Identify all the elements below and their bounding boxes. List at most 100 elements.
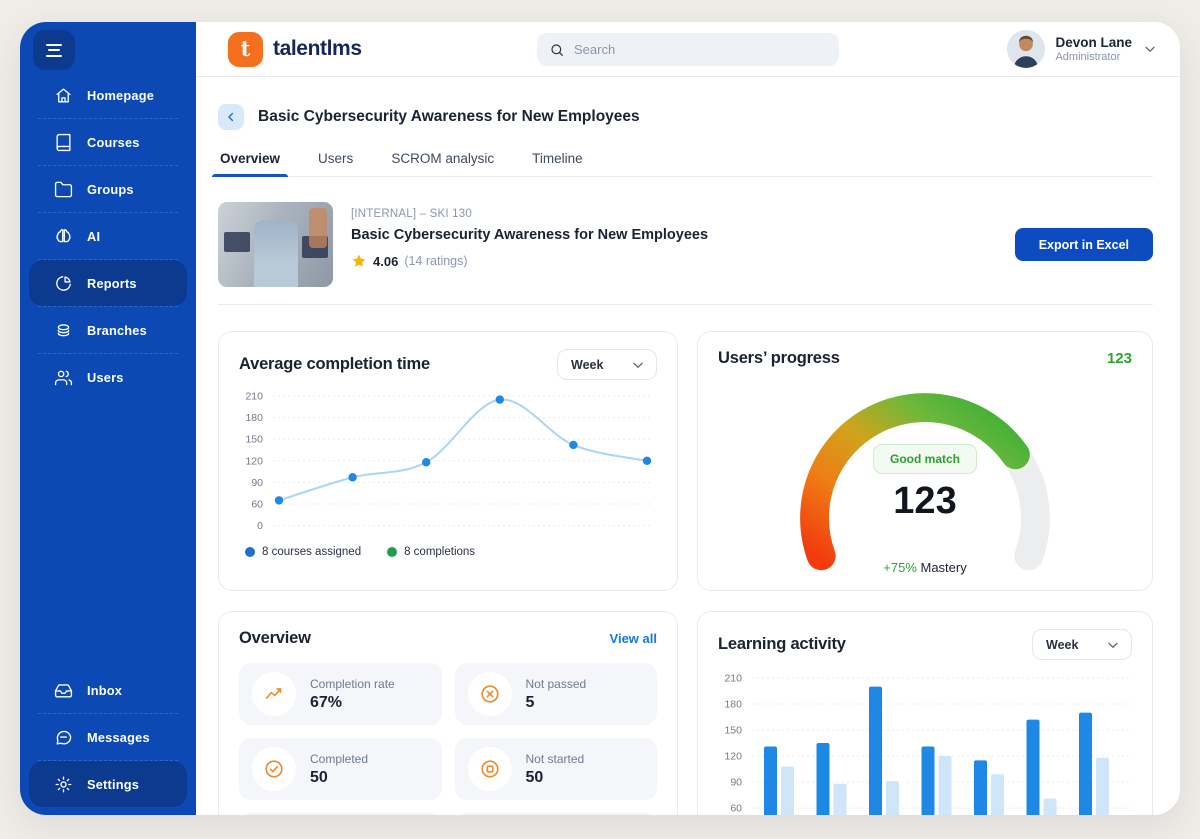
svg-text:180: 180 <box>245 412 263 424</box>
svg-text:120: 120 <box>245 455 263 467</box>
card-title: Average completion time <box>239 355 430 374</box>
page-title: Basic Cybersecurity Awareness for New Em… <box>258 108 640 126</box>
sidebar-item-label: Reports <box>87 276 137 291</box>
book-icon <box>53 132 73 152</box>
sidebar-item-settings[interactable]: Settings <box>29 761 187 807</box>
progress-value: 123 <box>893 480 956 523</box>
layers-icon <box>53 320 73 340</box>
sidebar-item-branches[interactable]: Branches <box>29 307 187 353</box>
svg-text:60: 60 <box>730 803 742 815</box>
svg-text:150: 150 <box>245 434 263 446</box>
card-users-progress: Users’ progress 123 <box>697 331 1153 591</box>
card-overview: Overview View all Completion rate 67% <box>218 611 678 815</box>
svg-text:90: 90 <box>251 477 263 489</box>
card-title: Overview <box>239 629 311 648</box>
brand-name: talentlms <box>273 37 362 61</box>
main-area: t talentlms Devon Lane Administrator <box>196 22 1180 815</box>
svg-text:90: 90 <box>730 777 742 789</box>
line-chart: 21018015012090600 <box>239 390 655 540</box>
stat-extra <box>239 813 442 815</box>
progress-total: 123 <box>1107 350 1132 367</box>
sidebar-item-label: Settings <box>87 777 139 792</box>
sidebar-nav-top: Homepage Courses Groups <box>20 72 196 400</box>
brand-logo-icon: t <box>228 32 263 67</box>
home-icon <box>53 85 73 105</box>
sidebar-item-groups[interactable]: Groups <box>29 166 187 212</box>
stat-not-started: Not started 50 <box>455 738 658 800</box>
top-bar: t talentlms Devon Lane Administrator <box>196 22 1180 77</box>
sidebar-item-inbox[interactable]: Inbox <box>29 667 187 713</box>
sidebar-item-users[interactable]: Users <box>29 354 187 400</box>
sidebar-item-label: Inbox <box>87 683 122 698</box>
inbox-icon <box>53 680 73 700</box>
sidebar-item-label: Groups <box>87 182 134 197</box>
user-role: Administrator <box>1055 51 1132 63</box>
card-average-completion-time: Average completion time Week 210 180 150 12… <box>218 331 678 591</box>
mastery-label: +75% Mastery <box>883 560 966 575</box>
card-title: Learning activity <box>718 635 846 654</box>
svg-text:180: 180 <box>724 699 742 711</box>
sidebar-item-reports[interactable]: Reports <box>29 260 187 306</box>
dashboard-grid: Average completion time Week 210 180 150 12… <box>218 331 1153 815</box>
tab-timeline[interactable]: Timeline <box>530 147 585 176</box>
search-bar[interactable] <box>537 33 839 66</box>
sidebar-item-courses[interactable]: Courses <box>29 119 187 165</box>
course-thumbnail <box>218 202 333 287</box>
svg-text:150: 150 <box>724 725 742 737</box>
search-icon <box>549 42 565 58</box>
back-button[interactable] <box>218 104 244 130</box>
sidebar-item-label: Homepage <box>87 88 154 103</box>
course-code: [INTERNAL] – SKI 130 <box>351 208 708 220</box>
stop-circle-icon <box>468 747 512 791</box>
period-select[interactable]: Week <box>1032 629 1132 660</box>
gear-icon <box>53 774 73 794</box>
check-circle-icon <box>252 747 296 791</box>
x-circle-icon <box>468 672 512 716</box>
view-all-link[interactable]: View all <box>610 631 657 646</box>
user-menu[interactable]: Devon Lane Administrator <box>1007 30 1158 68</box>
menu-toggle-button[interactable] <box>33 30 75 70</box>
svg-text:120: 120 <box>724 751 742 763</box>
chevron-down-icon <box>1142 41 1158 57</box>
tab-bar: Overview Users SCROM analysic Timeline <box>218 147 1153 177</box>
sidebar-item-ai[interactable]: AI <box>29 213 187 259</box>
course-summary: [INTERNAL] – SKI 130 Basic Cybersecurity… <box>218 202 1153 287</box>
brand-logo[interactable]: t talentlms <box>228 32 362 67</box>
section-divider <box>218 304 1153 305</box>
chart-legend: 8 courses assigned 8 completions <box>239 546 657 558</box>
sidebar-item-label: Branches <box>87 323 147 338</box>
stat-not-passed: Not passed 5 <box>455 663 658 725</box>
pie-chart-icon <box>53 273 73 293</box>
star-icon <box>351 253 367 269</box>
user-info: Devon Lane Administrator <box>1055 35 1132 64</box>
chevron-left-icon <box>224 110 238 124</box>
tab-overview[interactable]: Overview <box>218 147 282 176</box>
app-window: Homepage Courses Groups <box>20 22 1180 815</box>
users-icon <box>53 367 73 387</box>
svg-text:210: 210 <box>245 391 263 403</box>
course-title: Basic Cybersecurity Awareness for New Em… <box>351 227 708 243</box>
stat-extra <box>455 813 658 815</box>
brain-icon <box>53 226 73 246</box>
course-meta: [INTERNAL] – SKI 130 Basic Cybersecurity… <box>351 202 708 269</box>
tab-scrom-analysic[interactable]: SCROM analysic <box>389 147 496 176</box>
search-input[interactable] <box>574 42 827 57</box>
sidebar-item-label: Messages <box>87 730 150 745</box>
chevron-down-icon <box>630 357 646 373</box>
export-excel-button[interactable]: Export in Excel <box>1015 228 1153 261</box>
stat-completion-rate: Completion rate 67% <box>239 663 442 725</box>
sidebar-nav-bottom: Inbox Messages Settings <box>20 667 196 807</box>
period-select[interactable]: Week <box>557 349 657 380</box>
sidebar: Homepage Courses Groups <box>20 22 196 815</box>
page-content: Basic Cybersecurity Awareness for New Em… <box>196 77 1180 815</box>
legend-dot-blue <box>245 547 255 557</box>
sidebar-item-label: Courses <box>87 135 140 150</box>
course-rating: 4.06 (14 ratings) <box>351 253 708 269</box>
rating-count: (14 ratings) <box>404 254 467 268</box>
period-value: Week <box>1046 638 1078 652</box>
tab-users[interactable]: Users <box>316 147 355 176</box>
sidebar-item-messages[interactable]: Messages <box>29 714 187 760</box>
avatar <box>1007 30 1045 68</box>
period-value: Week <box>571 358 603 372</box>
sidebar-item-homepage[interactable]: Homepage <box>29 72 187 118</box>
